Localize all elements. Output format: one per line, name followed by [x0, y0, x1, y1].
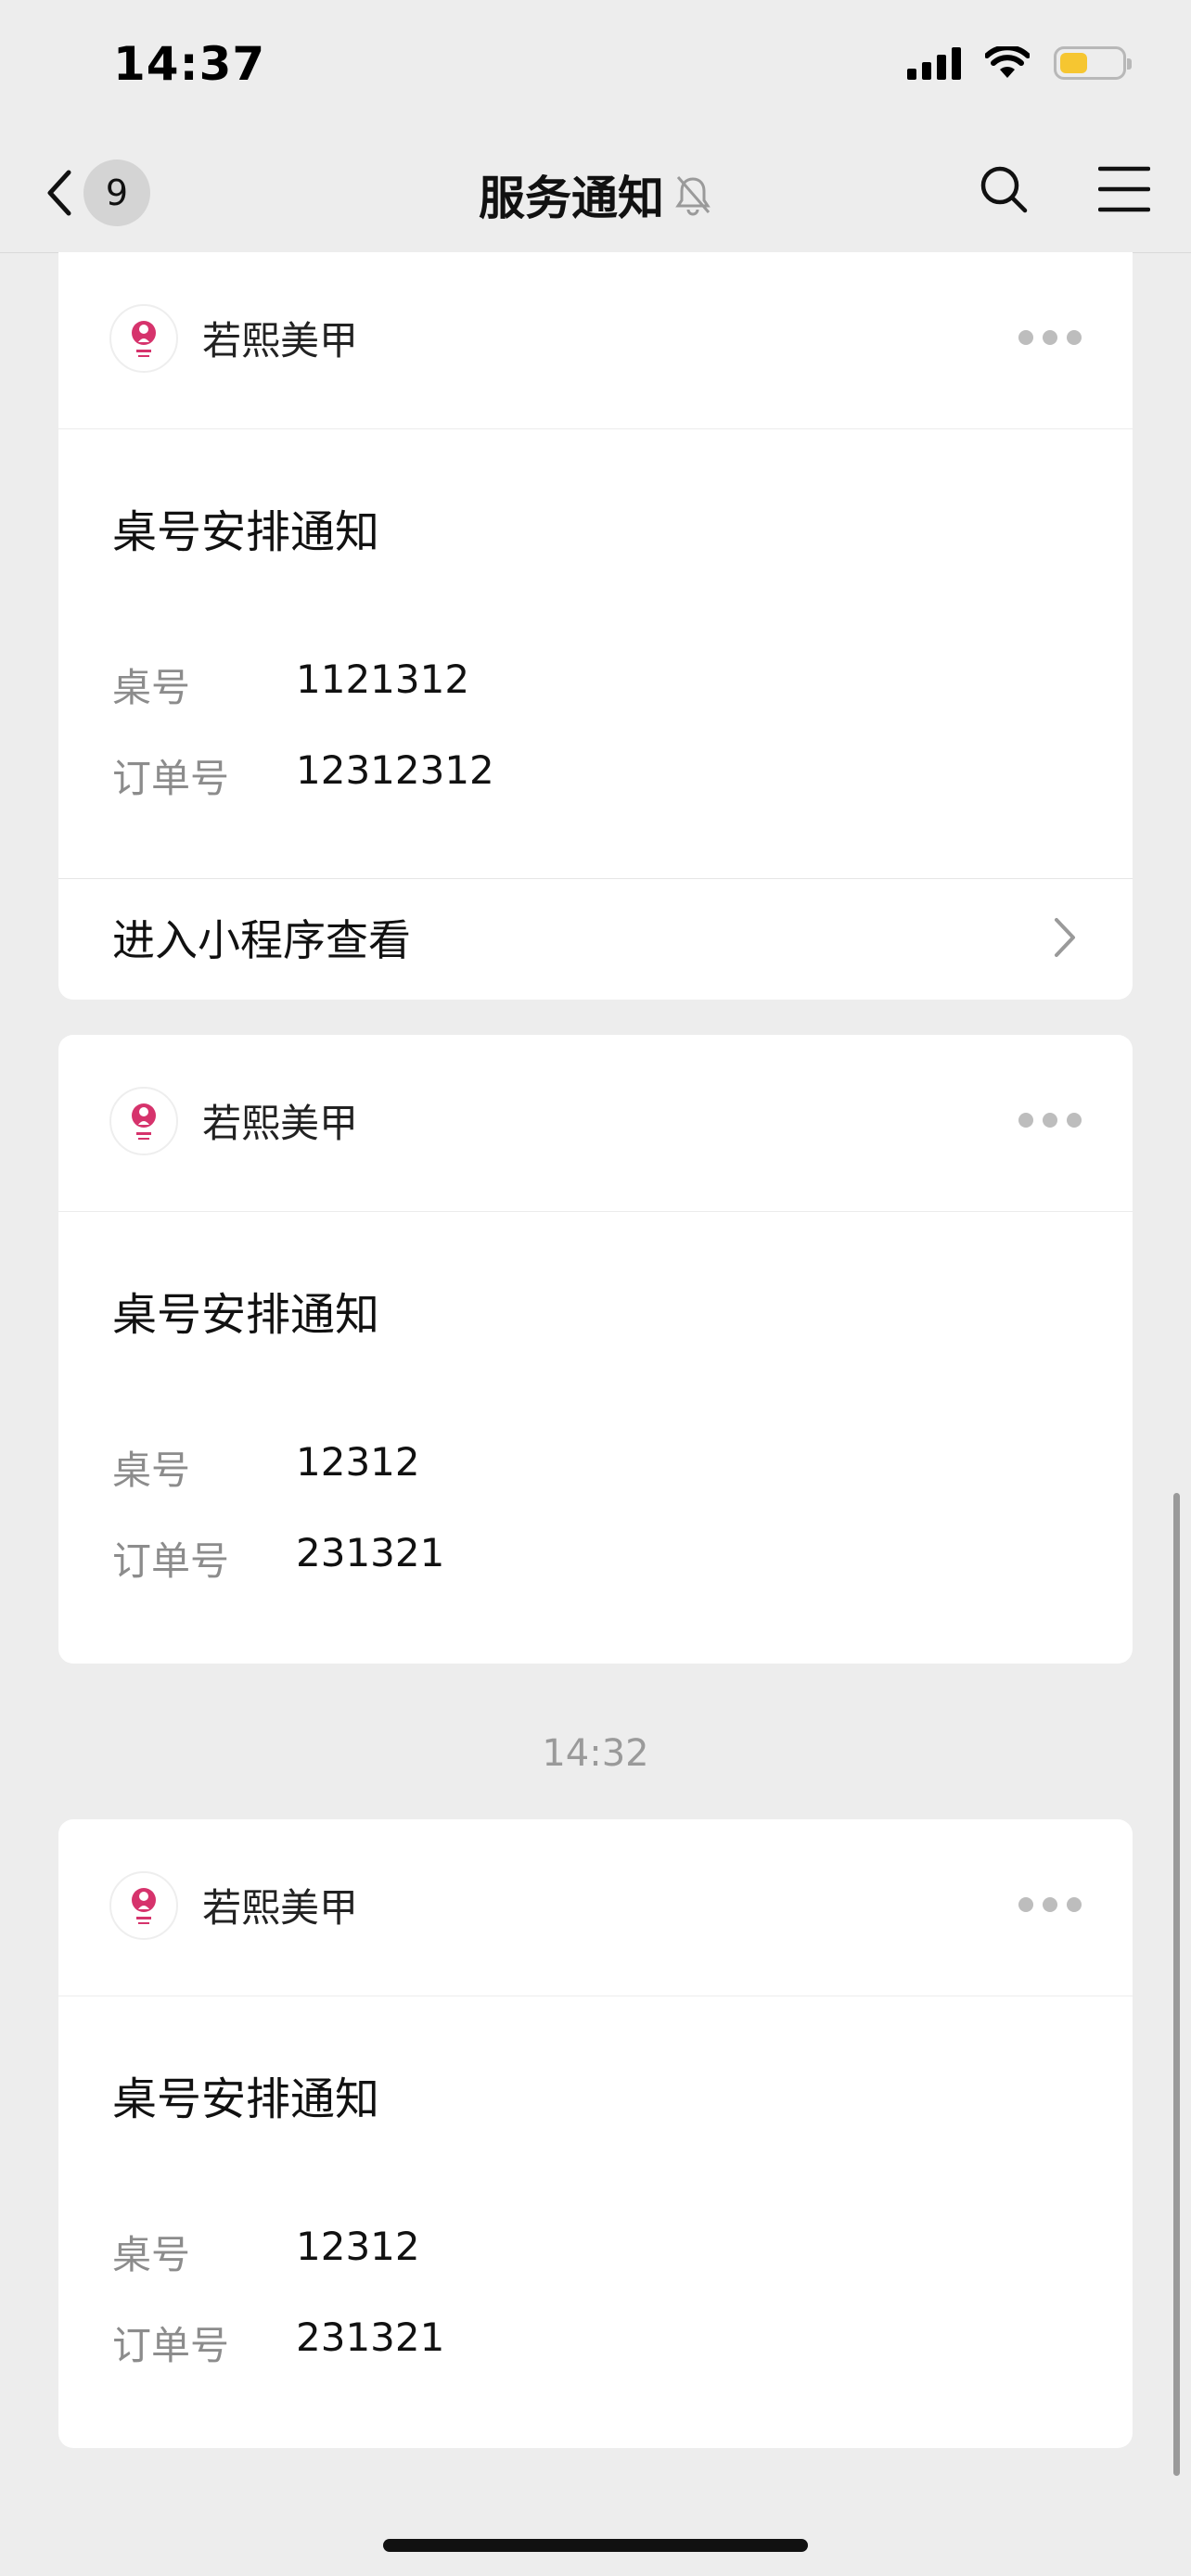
- sender-name: 若熙美甲: [202, 1885, 359, 1931]
- page-title: 服务通知: [479, 172, 664, 225]
- wifi-icon: [985, 46, 1030, 78]
- card-title: 桌号安排通知: [112, 2073, 380, 2125]
- cellular-signal-icon: [907, 46, 961, 80]
- card-header: 若熙美甲: [58, 252, 1133, 429]
- open-mini-program-row[interactable]: 进入小程序查看: [58, 878, 1133, 1000]
- field-value-order: 231321: [296, 1530, 445, 1575]
- open-mini-program-link[interactable]: 进入小程序查看: [112, 907, 411, 968]
- notification-card: 若熙美甲 桌号安排通知 桌号 12312 订单号 231321: [58, 1819, 1133, 2448]
- notification-card: 若熙美甲 桌号安排通知 桌号 12312 订单号 231321: [58, 1035, 1133, 1664]
- nav-bar: 9 服务通知: [0, 139, 1191, 253]
- scrollbar[interactable]: [1173, 1493, 1180, 2476]
- battery-level: [1060, 53, 1087, 73]
- field-label-table: 桌号: [112, 1447, 191, 1493]
- field-label-order: 订单号: [112, 2323, 230, 2368]
- more-options-icon[interactable]: [1018, 1897, 1082, 1912]
- search-icon[interactable]: [978, 163, 1030, 215]
- sender-avatar: [109, 1871, 178, 1940]
- field-label-order: 订单号: [112, 1538, 230, 1584]
- status-time: 14:37: [113, 37, 266, 91]
- chevron-right-icon: [1055, 918, 1075, 957]
- sender-avatar: [109, 304, 178, 373]
- card-header: 若熙美甲: [58, 1035, 1133, 1212]
- status-icons: [907, 46, 1132, 80]
- nav-actions: [978, 163, 1150, 215]
- field-value-table: 12312: [296, 1439, 420, 1485]
- menu-icon[interactable]: [1098, 163, 1150, 215]
- field-value-order: 12312312: [296, 747, 494, 793]
- more-options-icon[interactable]: [1018, 1113, 1082, 1128]
- sender-avatar: [109, 1087, 178, 1155]
- home-indicator[interactable]: [383, 2539, 808, 2552]
- field-value-table: 1121312: [296, 657, 470, 702]
- card-header: 若熙美甲: [58, 1819, 1133, 1996]
- field-label-table: 桌号: [112, 2232, 191, 2277]
- more-options-icon[interactable]: [1018, 330, 1082, 345]
- bell-muted-icon: [675, 176, 711, 216]
- sender-name: 若熙美甲: [202, 318, 359, 363]
- nail-salon-logo-icon: [132, 321, 156, 357]
- field-value-table: 12312: [296, 2224, 420, 2269]
- battery-icon: [1054, 46, 1132, 80]
- notification-card: 若熙美甲 桌号安排通知 桌号 1121312 订单号 12312312 进入小程…: [58, 252, 1133, 1000]
- nail-salon-logo-icon: [132, 1103, 156, 1140]
- card-title: 桌号安排通知: [112, 1289, 380, 1341]
- field-value-order: 231321: [296, 2315, 445, 2360]
- sender-name: 若熙美甲: [202, 1101, 359, 1146]
- field-label-order: 订单号: [112, 756, 230, 801]
- nail-salon-logo-icon: [132, 1888, 156, 1924]
- status-bar: 14:37: [0, 0, 1191, 139]
- message-timestamp: 14:32: [542, 1732, 649, 1775]
- field-label-table: 桌号: [112, 665, 191, 710]
- card-title: 桌号安排通知: [112, 506, 380, 558]
